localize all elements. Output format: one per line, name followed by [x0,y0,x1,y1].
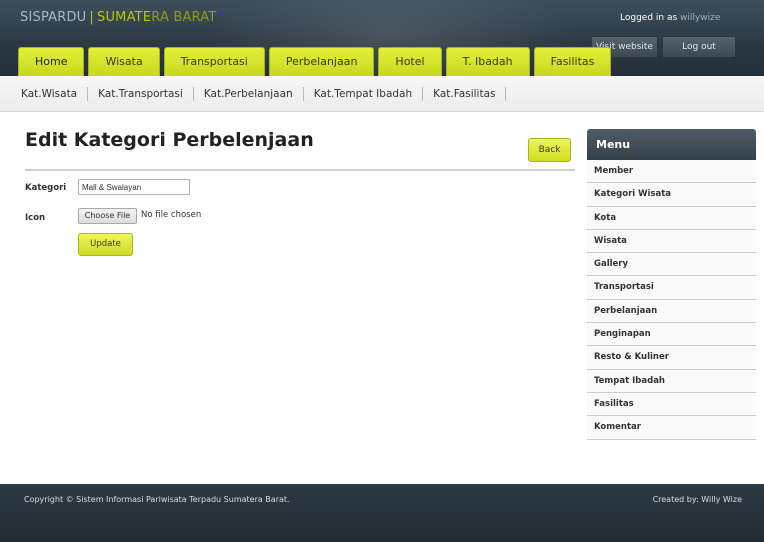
file-status-text: No file chosen [141,210,202,220]
menu-item-penginapan[interactable]: Penginapan [587,323,756,347]
icon-label: Icon [25,213,46,223]
nav-tab-perbelanjaan[interactable]: Perbelanjaan [268,47,375,76]
menu-item-transportasi[interactable]: Transportasi [587,276,756,300]
nav-tab-wisata[interactable]: Wisata [88,47,160,76]
subnav-kat-perbelanjaan[interactable]: Kat.Perbelanjaan [194,88,303,100]
logged-in-prefix: Logged in as [620,13,678,23]
brand-sispardu: SISPARDU [20,10,87,25]
login-status: Logged in as willywize [620,13,720,23]
sub-nav: Kat.Wisata Kat.Transportasi Kat.Perbelan… [0,76,764,112]
menu-item-tempat-ibadah[interactable]: Tempat Ibadah [587,369,756,393]
back-button[interactable]: Back [528,138,571,162]
menu-title: Menu [587,129,756,160]
menu-item-resto-kuliner[interactable]: Resto & Kuliner [587,346,756,370]
menu-item-gallery[interactable]: Gallery [587,253,756,277]
nav-tab-t-ibadah[interactable]: T. Ibadah [445,47,530,76]
site-brand: SISPARDU | SUMATERA BARAT [20,10,217,25]
menu-item-kota[interactable]: Kota [587,206,756,230]
menu-item-member[interactable]: Member [587,160,756,184]
subnav-kat-transportasi[interactable]: Kat.Transportasi [88,88,193,100]
page-title: Edit Kategori Perbelenjaan [25,129,314,151]
nav-tab-home[interactable]: Home [18,47,85,76]
log-out-button[interactable]: Log out [662,36,736,58]
brand-rabarat: RA BARAT [151,10,217,25]
menu-item-kategori-wisata[interactable]: Kategori Wisata [587,183,756,207]
menu-item-perbelanjaan[interactable]: Perbelanjaan [587,299,756,324]
created-by-text: Created by: Willy Wize [652,495,742,504]
choose-file-button[interactable]: Choose File [78,208,137,224]
copyright-text: Copyright © Sistem Informasi Pariwisata … [24,495,290,504]
subnav-kat-fasilitas[interactable]: Kat.Fasilitas [423,88,505,100]
side-menu: Menu Member Kategori Wisata Kota Wisata … [587,129,756,440]
subnav-divider [505,86,507,101]
nav-tab-hotel[interactable]: Hotel [378,47,442,76]
site-header: SISPARDU | SUMATERA BARAT Logged in as wil… [0,0,764,76]
nav-tab-fasilitas[interactable]: Fasilitas [533,47,612,76]
menu-item-komentar[interactable]: Komentar [587,416,756,440]
update-button[interactable]: Update [78,233,133,256]
menu-item-fasilitas[interactable]: Fasilitas [587,392,756,417]
nav-tab-transportasi[interactable]: Transportasi [163,47,265,76]
subnav-kat-wisata[interactable]: Kat.Wisata [21,88,87,100]
kategori-label: Kategori [25,183,67,193]
title-divider [25,169,575,171]
subnav-kat-tempat-ibadah[interactable]: Kat.Tempat Ibadah [304,88,422,100]
kategori-input[interactable] [78,179,190,195]
username[interactable]: willywize [680,13,720,23]
site-footer: Copyright © Sistem Informasi Pariwisata … [0,484,764,542]
brand-sumate: SUMATE [97,10,152,25]
menu-item-wisata[interactable]: Wisata [587,229,756,254]
brand-separator: | [89,10,94,25]
main-nav: Home Wisata Transportasi Perbelanjaan Ho… [18,47,615,76]
